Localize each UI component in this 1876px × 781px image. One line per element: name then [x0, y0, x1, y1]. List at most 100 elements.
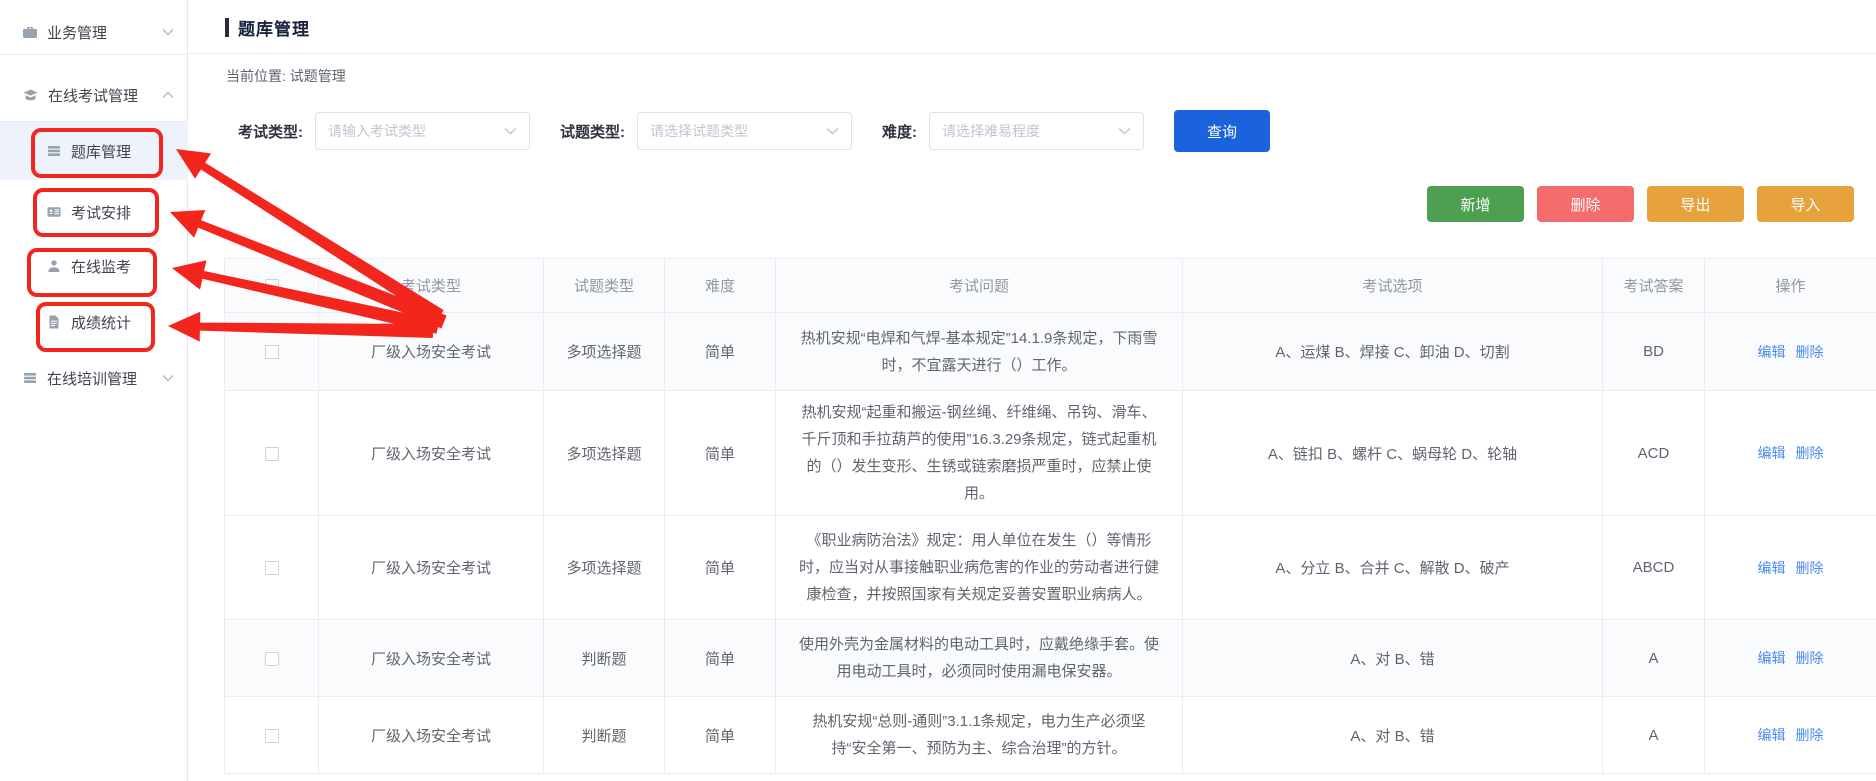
sidebar-item-label: 考试安排: [71, 202, 131, 223]
cell-exam-type: 厂级入场安全考试: [319, 516, 544, 620]
difficulty-select[interactable]: 请选择难易程度: [929, 112, 1144, 150]
select-all-checkbox[interactable]: [265, 279, 279, 293]
cell-options: A、对 B、错: [1183, 697, 1603, 774]
difficulty-label: 难度:: [882, 121, 917, 142]
cell-options: A、链扣 B、螺杆 C、蜗母轮 D、轮轴: [1183, 391, 1603, 516]
exam-type-select[interactable]: 请输入考试类型: [315, 112, 530, 150]
cell-answer: ABCD: [1603, 516, 1705, 620]
cell-question: 热机安规“起重和搬运-钢丝绳、纤维绳、吊钩、滑车、千斤顶和手拉葫芦的使用”16.…: [776, 391, 1183, 516]
sidebar-item-label: 在线监考: [71, 256, 131, 277]
column-header-difficulty: 难度: [665, 259, 776, 313]
exam-type-placeholder: 请输入考试类型: [328, 121, 426, 141]
row-checkbox-cell: [225, 313, 319, 391]
export-button[interactable]: 导出: [1647, 186, 1744, 222]
delete-link[interactable]: 删除: [1796, 650, 1824, 666]
title-accent-bar: [225, 18, 229, 37]
edit-link[interactable]: 编辑: [1758, 727, 1786, 743]
sidebar-item-label: 题库管理: [71, 141, 131, 162]
delete-link[interactable]: 删除: [1796, 727, 1824, 743]
breadcrumb: 当前位置: 试题管理: [226, 66, 346, 86]
cell-actions: 编辑删除: [1705, 697, 1876, 774]
row-checkbox[interactable]: [265, 447, 279, 461]
cell-question-type: 多项选择题: [544, 391, 665, 516]
exam-type-label: 考试类型:: [238, 121, 303, 142]
cell-answer: A: [1603, 620, 1705, 697]
graduation-cap-icon: [22, 87, 39, 103]
cell-difficulty: 简单: [665, 391, 776, 516]
cell-actions: 编辑删除: [1705, 516, 1876, 620]
cell-difficulty: 简单: [665, 697, 776, 774]
row-checkbox[interactable]: [265, 652, 279, 666]
cell-question-type: 判断题: [544, 697, 665, 774]
cell-exam-type: 厂级入场安全考试: [319, 391, 544, 516]
cell-actions: 编辑删除: [1705, 391, 1876, 516]
row-checkbox-cell: [225, 697, 319, 774]
select-all-cell: [225, 259, 319, 313]
difficulty-placeholder: 请选择难易程度: [942, 121, 1040, 141]
row-checkbox-cell: [225, 620, 319, 697]
chevron-down-icon: [504, 127, 517, 135]
table-body: 厂级入场安全考试多项选择题简单热机安规“电焊和气焊-基本规定”14.1.9条规定…: [225, 313, 1876, 774]
sidebar-item-online-proctoring[interactable]: 在线监考: [0, 242, 188, 290]
sidebar-item-question-bank[interactable]: 题库管理: [0, 122, 188, 180]
main-content: 题库管理 当前位置: 试题管理 考试类型: 请输入考试类型 试题类型: 请选择试…: [189, 0, 1876, 781]
cell-difficulty: 简单: [665, 313, 776, 391]
row-checkbox[interactable]: [265, 345, 279, 359]
sidebar-item-business-management[interactable]: 业务管理: [0, 10, 188, 54]
sidebar-item-score-statistics[interactable]: 成绩统计: [0, 298, 188, 346]
row-checkbox[interactable]: [265, 561, 279, 575]
cell-question: 热机安规“电焊和气焊-基本规定”14.1.9条规定，下雨雪时，不宜露天进行（）工…: [776, 313, 1183, 391]
edit-link[interactable]: 编辑: [1758, 560, 1786, 576]
document-icon: [46, 314, 62, 330]
row-checkbox-cell: [225, 516, 319, 620]
cell-answer: BD: [1603, 313, 1705, 391]
question-type-label: 试题类型:: [560, 121, 625, 142]
cell-exam-type: 厂级入场安全考试: [319, 697, 544, 774]
sidebar: 业务管理 在线考试管理 题库管理 考试安排 在线监考 成绩统计: [0, 0, 188, 781]
table-row: 厂级入场安全考试多项选择题简单热机安规“起重和搬运-钢丝绳、纤维绳、吊钩、滑车、…: [225, 391, 1876, 516]
cell-exam-type: 厂级入场安全考试: [319, 620, 544, 697]
column-header-answer: 考试答案: [1603, 259, 1705, 313]
chevron-down-icon: [162, 374, 174, 382]
question-type-placeholder: 请选择试题类型: [650, 121, 748, 141]
chevron-down-icon: [1118, 127, 1131, 135]
cell-options: A、对 B、错: [1183, 620, 1603, 697]
chevron-up-icon: [162, 91, 174, 99]
delete-link[interactable]: 删除: [1796, 560, 1824, 576]
edit-link[interactable]: 编辑: [1758, 650, 1786, 666]
cell-options: A、运煤 B、焊接 C、卸油 D、切割: [1183, 313, 1603, 391]
cell-question-type: 多项选择题: [544, 516, 665, 620]
cell-exam-type: 厂级入场安全考试: [319, 313, 544, 391]
toolbar: 新增 删除 导出 导入: [1427, 186, 1854, 222]
delete-button[interactable]: 删除: [1537, 186, 1634, 222]
sidebar-item-label: 业务管理: [47, 22, 107, 43]
list-icon: [46, 143, 62, 159]
cell-difficulty: 简单: [665, 620, 776, 697]
table-row: 厂级入场安全考试多项选择题简单热机安规“电焊和气焊-基本规定”14.1.9条规定…: [225, 313, 1876, 391]
cell-question-type: 多项选择题: [544, 313, 665, 391]
edit-link[interactable]: 编辑: [1758, 445, 1786, 461]
column-header-options: 考试选项: [1183, 259, 1603, 313]
cell-difficulty: 简单: [665, 516, 776, 620]
server-icon: [22, 370, 38, 386]
edit-link[interactable]: 编辑: [1758, 344, 1786, 360]
row-checkbox[interactable]: [265, 729, 279, 743]
search-button[interactable]: 查询: [1174, 110, 1270, 152]
cell-options: A、分立 B、合并 C、解散 D、破产: [1183, 516, 1603, 620]
sidebar-item-label: 在线培训管理: [47, 368, 137, 389]
id-card-icon: [46, 204, 62, 220]
import-button[interactable]: 导入: [1757, 186, 1854, 222]
sidebar-item-online-exam-management[interactable]: 在线考试管理: [0, 72, 188, 118]
sidebar-item-online-training-management[interactable]: 在线培训管理: [0, 356, 188, 400]
add-button[interactable]: 新增: [1427, 186, 1524, 222]
filter-bar: 考试类型: 请输入考试类型 试题类型: 请选择试题类型 难度: 请选择难易程度 …: [238, 110, 1270, 152]
table-row: 厂级入场安全考试多项选择题简单《职业病防治法》规定：用人单位在发生（）等情形时，…: [225, 516, 1876, 620]
row-checkbox-cell: [225, 391, 319, 516]
sidebar-item-exam-schedule[interactable]: 考试安排: [0, 188, 188, 236]
table-row: 厂级入场安全考试判断题简单使用外壳为金属材料的电动工具时，应戴绝缘手套。使用电动…: [225, 620, 1876, 697]
sidebar-divider: [0, 54, 188, 55]
delete-link[interactable]: 删除: [1796, 344, 1824, 360]
cell-actions: 编辑删除: [1705, 313, 1876, 391]
question-type-select[interactable]: 请选择试题类型: [637, 112, 852, 150]
delete-link[interactable]: 删除: [1796, 445, 1824, 461]
